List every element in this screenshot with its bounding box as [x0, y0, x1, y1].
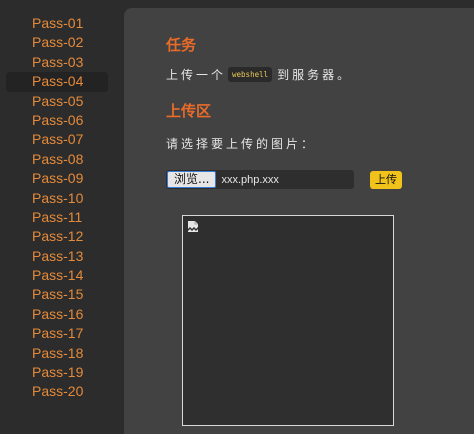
sidebar-item-pass-18[interactable]: Pass-18 [6, 344, 108, 363]
sidebar-item-pass-03[interactable]: Pass-03 [6, 53, 108, 72]
sidebar-item-pass-16[interactable]: Pass-16 [6, 305, 108, 324]
sidebar-item-pass-08[interactable]: Pass-08 [6, 150, 108, 169]
sidebar-item-pass-17[interactable]: Pass-17 [6, 324, 108, 343]
sidebar-item-pass-15[interactable]: Pass-15 [6, 285, 108, 304]
sidebar-item-pass-07[interactable]: Pass-07 [6, 130, 108, 149]
upload-prompt: 请选择要上传的图片： [166, 137, 317, 151]
sidebar-item-pass-02[interactable]: Pass-02 [6, 33, 108, 52]
task-title: 任务 [166, 36, 197, 54]
sidebar-item-pass-05[interactable]: Pass-05 [6, 92, 108, 111]
sidebar-item-pass-13[interactable]: Pass-13 [6, 247, 108, 266]
sidebar-item-pass-10[interactable]: Pass-10 [6, 189, 108, 208]
sidebar-list: Pass-01 Pass-02 Pass-03 Pass-04 Pass-05 Pass-… [6, 14, 108, 402]
sidebar-item-pass-11[interactable]: Pass-11 [6, 208, 108, 227]
code-tag: webshell [228, 67, 273, 82]
file-input[interactable]: 浏览... xxx.php.xxx [166, 170, 354, 189]
sidebar-item-pass-09[interactable]: Pass-09 [6, 169, 108, 188]
selected-file-name: xxx.php.xxx [221, 173, 279, 186]
sidebar-item-pass-04[interactable]: Pass-04 [6, 72, 108, 92]
upload-title: 上传区 [166, 102, 212, 120]
sidebar-item-pass-19[interactable]: Pass-19 [6, 363, 108, 382]
upload-button[interactable]: 上传 [370, 171, 402, 189]
broken-image-icon [188, 221, 198, 232]
browse-button[interactable]: 浏览... [167, 171, 217, 188]
image-preview [182, 215, 394, 426]
sidebar-item-pass-12[interactable]: Pass-12 [6, 227, 108, 246]
sidebar-item-pass-01[interactable]: Pass-01 [6, 14, 108, 33]
sidebar: Pass-01 Pass-02 Pass-03 Pass-04 Pass-05 Pass-… [0, 0, 116, 434]
sidebar-item-pass-06[interactable]: Pass-06 [6, 111, 108, 130]
task-desc-before: 上传一个 [166, 68, 227, 82]
main-panel: 任务 上传一个 webshell 到服务器。 上传区 请选择要上传的图片： 浏览… [124, 8, 474, 434]
task-description: 上传一个 webshell 到服务器。 [166, 66, 352, 83]
app-window: Pass-01 Pass-02 Pass-03 Pass-04 Pass-05 Pass-… [0, 0, 474, 434]
sidebar-item-pass-20[interactable]: Pass-20 [6, 382, 108, 401]
sidebar-item-pass-14[interactable]: Pass-14 [6, 266, 108, 285]
task-desc-after: 到服务器。 [277, 68, 353, 82]
